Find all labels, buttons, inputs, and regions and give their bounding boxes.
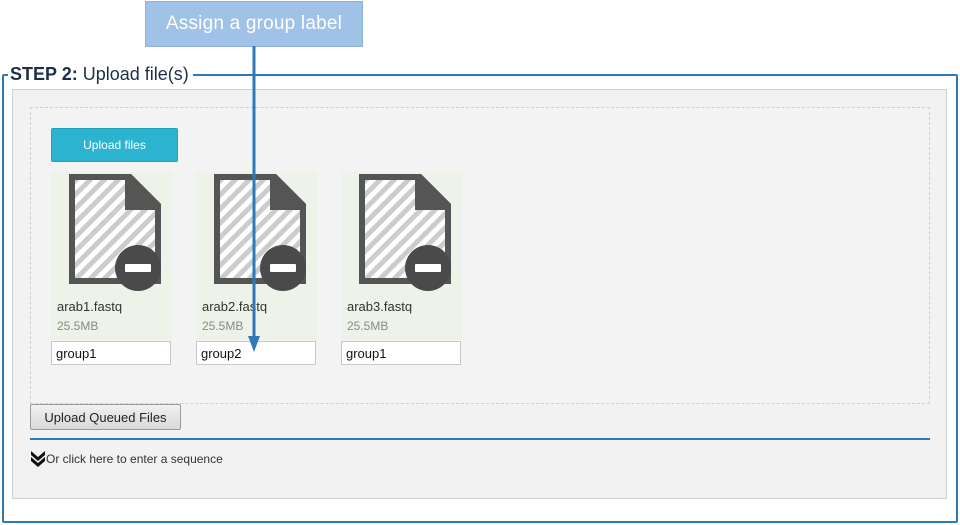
file-size: 25.5MB bbox=[347, 319, 389, 333]
file-size: 25.5MB bbox=[57, 319, 99, 333]
file-card: arab1.fastq 25.5MB bbox=[51, 172, 172, 340]
upload-queued-files-label: Upload Queued Files bbox=[44, 409, 167, 425]
section-divider bbox=[30, 438, 930, 440]
upload-queued-files-button[interactable]: Upload Queued Files bbox=[30, 404, 181, 430]
group-label-input[interactable] bbox=[341, 341, 461, 365]
remove-icon[interactable] bbox=[259, 244, 307, 292]
remove-icon[interactable] bbox=[114, 244, 162, 292]
file-card: arab2.fastq 25.5MB bbox=[196, 172, 317, 340]
remove-icon[interactable] bbox=[404, 244, 452, 292]
upload-files-button[interactable]: Upload files bbox=[51, 128, 178, 162]
step-number: STEP 2: bbox=[10, 64, 78, 84]
file-name: arab1.fastq bbox=[57, 299, 123, 314]
enter-sequence-toggle[interactable]: Or click here to enter a sequence bbox=[30, 449, 223, 469]
file-name: arab3.fastq bbox=[347, 299, 413, 314]
group-label-input[interactable] bbox=[196, 341, 316, 365]
double-chevron-down-icon bbox=[31, 451, 45, 467]
group-label-input[interactable] bbox=[51, 341, 171, 365]
file-size: 25.5MB bbox=[202, 319, 244, 333]
file-name: arab2.fastq bbox=[202, 299, 268, 314]
annotation-callout-text: Assign a group label bbox=[165, 13, 343, 34]
upload-files-label: Upload files bbox=[83, 138, 146, 152]
step-legend: STEP 2: Upload file(s) bbox=[8, 64, 193, 84]
file-card: arab3.fastq 25.5MB bbox=[341, 172, 462, 340]
enter-sequence-label: Or click here to enter a sequence bbox=[46, 452, 223, 466]
step-title: Upload file(s) bbox=[82, 64, 189, 84]
annotation-callout: Assign a group label bbox=[145, 1, 363, 47]
